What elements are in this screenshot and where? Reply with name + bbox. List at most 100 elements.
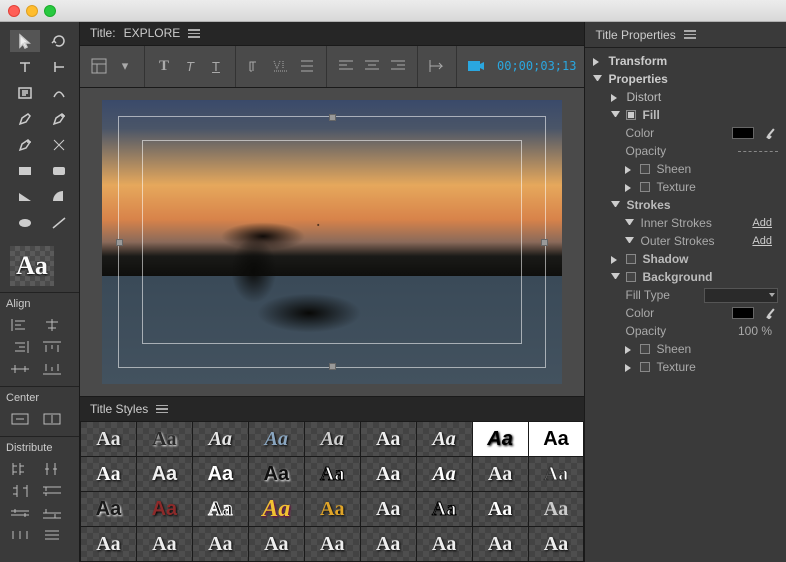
align-right-icon[interactable] (6, 338, 34, 356)
sheen-checkbox[interactable] (640, 164, 650, 174)
zoom-window-icon[interactable] (44, 5, 56, 17)
style-swatch[interactable]: Aa (137, 457, 192, 491)
expand-texture-icon[interactable] (625, 183, 634, 192)
add-outer-stroke-button[interactable]: Add (752, 235, 778, 247)
font-underline-icon[interactable]: T (205, 55, 227, 77)
style-swatch[interactable]: Aa (417, 422, 472, 456)
timecode-display[interactable]: 00;00;03;13 (497, 59, 576, 73)
bg-opacity-value[interactable]: 100 % (738, 324, 778, 338)
style-swatch[interactable]: Aa (529, 527, 584, 561)
vertical-type-tool-icon[interactable] (44, 56, 74, 78)
close-window-icon[interactable] (8, 5, 20, 17)
font-size-icon[interactable] (244, 55, 266, 77)
add-inner-stroke-button[interactable]: Add (752, 217, 778, 229)
align-hcenter-icon[interactable] (38, 316, 66, 334)
style-swatch[interactable]: Aa (473, 527, 528, 561)
delete-anchor-tool-icon[interactable] (10, 134, 40, 156)
properties-menu-icon[interactable] (684, 30, 696, 39)
current-style-preview[interactable]: Aa (10, 246, 54, 286)
style-swatch[interactable]: Aa (417, 457, 472, 491)
kerning-icon[interactable] (270, 55, 292, 77)
pen-tool-icon[interactable] (10, 108, 40, 130)
bg-texture-checkbox[interactable] (640, 362, 650, 372)
align-center-text-icon[interactable] (361, 55, 383, 77)
rounded-rect-tool-icon[interactable] (44, 160, 74, 182)
distribute-right-icon[interactable] (6, 482, 34, 500)
tab-stops-icon[interactable] (426, 55, 448, 77)
style-swatch[interactable]: Aa (249, 457, 304, 491)
style-swatch[interactable]: Aa (193, 457, 248, 491)
templates-button-icon[interactable] (88, 55, 110, 77)
expand-properties-icon[interactable] (593, 75, 602, 84)
expand-sheen-icon[interactable] (625, 165, 634, 174)
selection-tool-icon[interactable] (10, 30, 40, 52)
style-swatch[interactable]: Aa (529, 492, 584, 526)
style-swatch[interactable]: Aa (193, 422, 248, 456)
fill-checkbox[interactable] (626, 110, 636, 120)
style-swatch[interactable]: Aa (473, 492, 528, 526)
fill-opacity-value[interactable] (738, 151, 778, 152)
eyedropper-icon[interactable] (764, 126, 778, 140)
distribute-hspace-icon[interactable] (6, 526, 34, 544)
style-swatch[interactable]: Aa (305, 422, 360, 456)
distribute-hcenter-icon[interactable] (38, 460, 66, 478)
template-menu-icon[interactable]: ▾ (114, 55, 136, 77)
expand-outer-strokes-icon[interactable] (625, 237, 634, 246)
style-swatch[interactable]: Aa (417, 527, 472, 561)
shadow-checkbox[interactable] (626, 254, 636, 264)
arc-tool-icon[interactable] (44, 186, 74, 208)
style-swatch[interactable]: Aa (529, 457, 584, 491)
background-checkbox[interactable] (626, 272, 636, 282)
texture-checkbox[interactable] (640, 182, 650, 192)
handle-left-icon[interactable] (116, 239, 123, 246)
font-bold-icon[interactable]: T (153, 55, 175, 77)
bg-eyedropper-icon[interactable] (764, 306, 778, 320)
type-tool-icon[interactable] (10, 56, 40, 78)
style-swatch[interactable]: Aa (361, 457, 416, 491)
align-top-icon[interactable] (38, 338, 66, 356)
distribute-vspace-icon[interactable] (38, 526, 66, 544)
style-swatch[interactable]: Aa (81, 527, 136, 561)
style-swatch[interactable]: Aa (417, 492, 472, 526)
expand-shadow-icon[interactable] (611, 255, 620, 264)
area-type-tool-icon[interactable] (10, 82, 40, 104)
distribute-vcenter-icon[interactable] (6, 504, 34, 522)
styles-menu-icon[interactable] (156, 405, 168, 414)
center-vertical-icon[interactable] (38, 410, 66, 428)
minimize-window-icon[interactable] (26, 5, 38, 17)
ellipse-tool-icon[interactable] (10, 212, 40, 234)
style-swatch[interactable]: Aa (81, 422, 136, 456)
handle-bottom-icon[interactable] (329, 363, 336, 370)
style-swatch[interactable]: Aa (137, 527, 192, 561)
distribute-bottom-icon[interactable] (38, 504, 66, 522)
rectangle-tool-icon[interactable] (10, 160, 40, 182)
style-swatch[interactable]: Aa (361, 492, 416, 526)
style-swatch[interactable]: Aa (193, 527, 248, 561)
panel-menu-icon[interactable] (188, 29, 200, 38)
distribute-left-icon[interactable] (6, 460, 34, 478)
handle-right-icon[interactable] (541, 239, 548, 246)
style-swatch[interactable]: Aa (361, 527, 416, 561)
style-swatch[interactable]: Aa (137, 492, 192, 526)
style-swatch[interactable]: Aa (81, 457, 136, 491)
fill-type-dropdown[interactable] (704, 288, 778, 303)
title-canvas[interactable] (102, 100, 562, 384)
distribute-top-icon[interactable] (38, 482, 66, 500)
line-tool-icon[interactable] (44, 212, 74, 234)
style-swatch[interactable]: Aa (361, 422, 416, 456)
wedge-tool-icon[interactable] (10, 186, 40, 208)
path-type-tool-icon[interactable] (44, 82, 74, 104)
style-swatch[interactable]: Aa (529, 422, 584, 456)
expand-inner-strokes-icon[interactable] (625, 219, 634, 228)
expand-distort-icon[interactable] (611, 93, 620, 102)
fill-color-swatch[interactable] (732, 127, 754, 139)
style-swatch[interactable]: Aa (81, 492, 136, 526)
handle-top-icon[interactable] (329, 114, 336, 121)
rotate-tool-icon[interactable] (44, 30, 74, 52)
convert-anchor-tool-icon[interactable] (44, 134, 74, 156)
align-left-icon[interactable] (6, 316, 34, 334)
center-horizontal-icon[interactable] (6, 410, 34, 428)
leading-icon[interactable] (296, 55, 318, 77)
style-swatch[interactable]: Aa (249, 527, 304, 561)
style-swatch[interactable]: Aa (305, 457, 360, 491)
